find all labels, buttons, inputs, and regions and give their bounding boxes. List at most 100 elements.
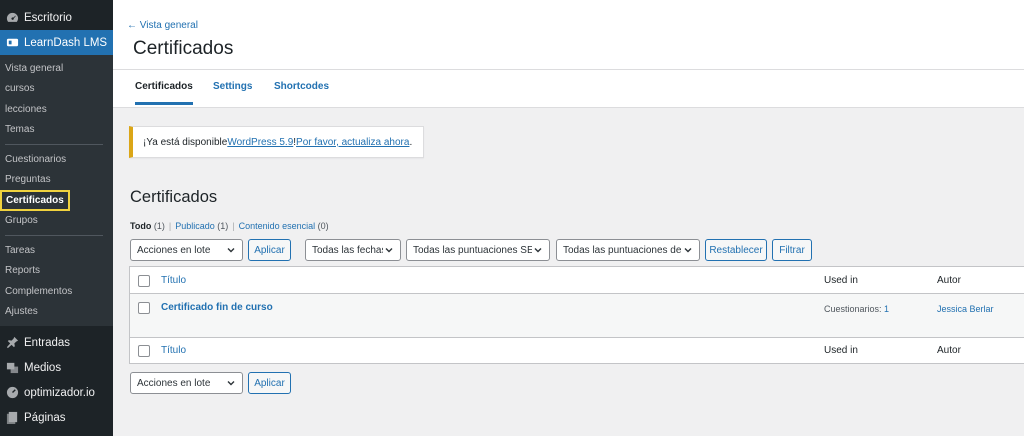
submenu-label: lecciones xyxy=(5,103,47,115)
learndash-submenu: Vista general cursos lecciones Temas Cue… xyxy=(0,55,113,326)
menu-escritorio[interactable]: Escritorio xyxy=(0,5,113,30)
submenu-grupos[interactable]: Grupos xyxy=(0,211,113,232)
media-icon xyxy=(5,361,19,375)
menu-medios[interactable]: Medios xyxy=(0,355,113,380)
select-value: Todas las puntuaciones SEO xyxy=(413,244,542,256)
submenu-label: cursos xyxy=(5,83,35,95)
submenu-certificados[interactable]: Certificados xyxy=(0,189,113,211)
table-footer-row: Título Used in Autor xyxy=(130,338,1024,364)
seo-score-select[interactable]: Todas las puntuaciones SEO xyxy=(406,239,550,261)
submenu-temas[interactable]: Temas xyxy=(0,120,113,141)
submenu-label: Reports xyxy=(5,265,41,277)
chevron-down-icon xyxy=(225,377,237,389)
menu-optimizador[interactable]: optimizador.io xyxy=(0,380,113,405)
menu-label: Entradas xyxy=(24,336,71,349)
wordpress-version-link[interactable]: WordPress 5.9 xyxy=(227,137,293,148)
notice-text: ¡Ya está disponible xyxy=(143,136,228,148)
chevron-down-icon xyxy=(532,244,544,256)
view-count: (1) xyxy=(153,221,165,231)
menu-paginas[interactable]: Páginas xyxy=(0,405,113,430)
tab-certificados[interactable]: Certificados xyxy=(135,81,193,105)
submenu-divider xyxy=(5,235,103,236)
view-count: (0) xyxy=(317,221,329,231)
menu-label: Páginas xyxy=(24,411,66,424)
column-used-in: Used in xyxy=(824,275,858,286)
submenu-ajustes[interactable]: Ajustes xyxy=(0,302,113,323)
notice-text: . xyxy=(409,136,413,148)
submenu-label: Preguntas xyxy=(5,174,51,186)
view-separator: | xyxy=(232,221,235,231)
select-value: Todas las puntuaciones de xyxy=(563,244,682,256)
update-notice: ¡Ya está disponible WordPress 5.9! Por f… xyxy=(129,126,424,158)
view-publicado[interactable]: Publicado xyxy=(175,221,215,231)
back-to-overview-link[interactable]: ← Vista general xyxy=(127,20,198,31)
apply-button[interactable]: Aplicar xyxy=(248,239,291,261)
column-author-footer: Autor xyxy=(937,345,961,356)
menu-label: optimizador.io xyxy=(24,386,95,399)
submenu-tareas[interactable]: Tareas xyxy=(0,240,113,261)
lower-menu: Entradas Medios optimizador.io Páginas xyxy=(0,326,113,430)
chevron-down-icon xyxy=(682,244,694,256)
submenu-reports[interactable]: Reports xyxy=(0,261,113,282)
page-title: Certificados xyxy=(133,38,234,59)
submenu-divider xyxy=(5,144,103,145)
submenu-preguntas[interactable]: Preguntas xyxy=(0,170,113,191)
column-used-in-footer: Used in xyxy=(824,345,858,356)
table-header-row: Título Used in Autor xyxy=(130,267,1024,294)
submenu-label: Grupos xyxy=(5,215,38,227)
submenu-label: Tareas xyxy=(5,244,36,256)
used-in-label: Cuestionarios: xyxy=(824,304,885,314)
view-contenido-esencial[interactable]: Contenido esencial xyxy=(239,221,316,231)
column-title-sort-link[interactable]: Título xyxy=(161,275,186,286)
used-in-count-link[interactable]: 1 xyxy=(884,304,889,314)
view-todo[interactable]: Todo xyxy=(130,221,151,231)
row-used-in: Cuestionarios: 1 xyxy=(824,304,889,315)
row-checkbox[interactable] xyxy=(138,302,150,314)
submenu-label: Temas xyxy=(5,124,35,136)
page-header: ← Vista general Certificados Certificado… xyxy=(113,0,1024,108)
submenu-cuestionarios[interactable]: Cuestionarios xyxy=(0,149,113,170)
row-title-link[interactable]: Certificado fin de curso xyxy=(161,302,273,313)
chevron-down-icon xyxy=(383,244,395,256)
reset-button[interactable]: Restablecer xyxy=(705,239,767,261)
submenu-label: Ajustes xyxy=(5,306,38,318)
tab-shortcodes[interactable]: Shortcodes xyxy=(274,81,329,102)
admin-sidebar: Escritorio LearnDash LMS Vista general c… xyxy=(0,0,113,436)
bulk-actions-select[interactable]: Acciones en lote xyxy=(130,239,243,261)
submenu-label: Certificados xyxy=(0,189,70,211)
submenu-vista-general[interactable]: Vista general xyxy=(0,58,113,79)
section-title: Certificados xyxy=(130,188,218,206)
status-views: Todo (1) | Publicado (1) | Contenido esencia… xyxy=(130,221,329,231)
bulk-actions-select-bottom[interactable]: Acciones en lote xyxy=(130,372,243,394)
select-all-checkbox-footer[interactable] xyxy=(138,345,150,357)
row-author-link[interactable]: Jessica Berlar xyxy=(937,304,994,314)
pages-icon xyxy=(5,411,19,425)
table-row: Certificado fin de curso Cuestionarios: … xyxy=(130,294,1024,338)
submenu-complementos[interactable]: Complementos xyxy=(0,281,113,302)
view-count: (1) xyxy=(217,221,229,231)
gauge-icon xyxy=(5,386,19,400)
select-all-checkbox[interactable] xyxy=(138,275,150,287)
apply-button-bottom[interactable]: Aplicar xyxy=(248,372,291,394)
select-value: Todas las fechas xyxy=(312,244,387,256)
menu-label: LearnDash LMS xyxy=(24,36,108,49)
learndash-icon xyxy=(5,36,19,50)
certificates-table: Título Used in Autor Certificado fin de … xyxy=(129,266,1024,364)
chevron-down-icon xyxy=(225,244,237,256)
readability-score-select[interactable]: Todas las puntuaciones de xyxy=(556,239,700,261)
header-divider xyxy=(113,69,1024,70)
column-title-sort-link-footer[interactable]: Título xyxy=(161,345,186,356)
select-value: Acciones en lote xyxy=(137,377,211,389)
submenu-lecciones[interactable]: lecciones xyxy=(0,99,113,120)
submenu-label: Cuestionarios xyxy=(5,153,67,165)
submenu-label: Complementos xyxy=(5,285,73,297)
date-filter-select[interactable]: Todas las fechas xyxy=(305,239,401,261)
update-now-link[interactable]: Por favor, actualiza ahora xyxy=(296,137,409,148)
menu-learndash[interactable]: LearnDash LMS xyxy=(0,30,113,55)
menu-label: Medios xyxy=(24,361,62,374)
view-separator: | xyxy=(168,221,172,231)
submenu-cursos[interactable]: cursos xyxy=(0,79,113,100)
tab-settings[interactable]: Settings xyxy=(213,81,252,102)
menu-entradas[interactable]: Entradas xyxy=(0,330,113,355)
filter-button[interactable]: Filtrar xyxy=(772,239,812,261)
